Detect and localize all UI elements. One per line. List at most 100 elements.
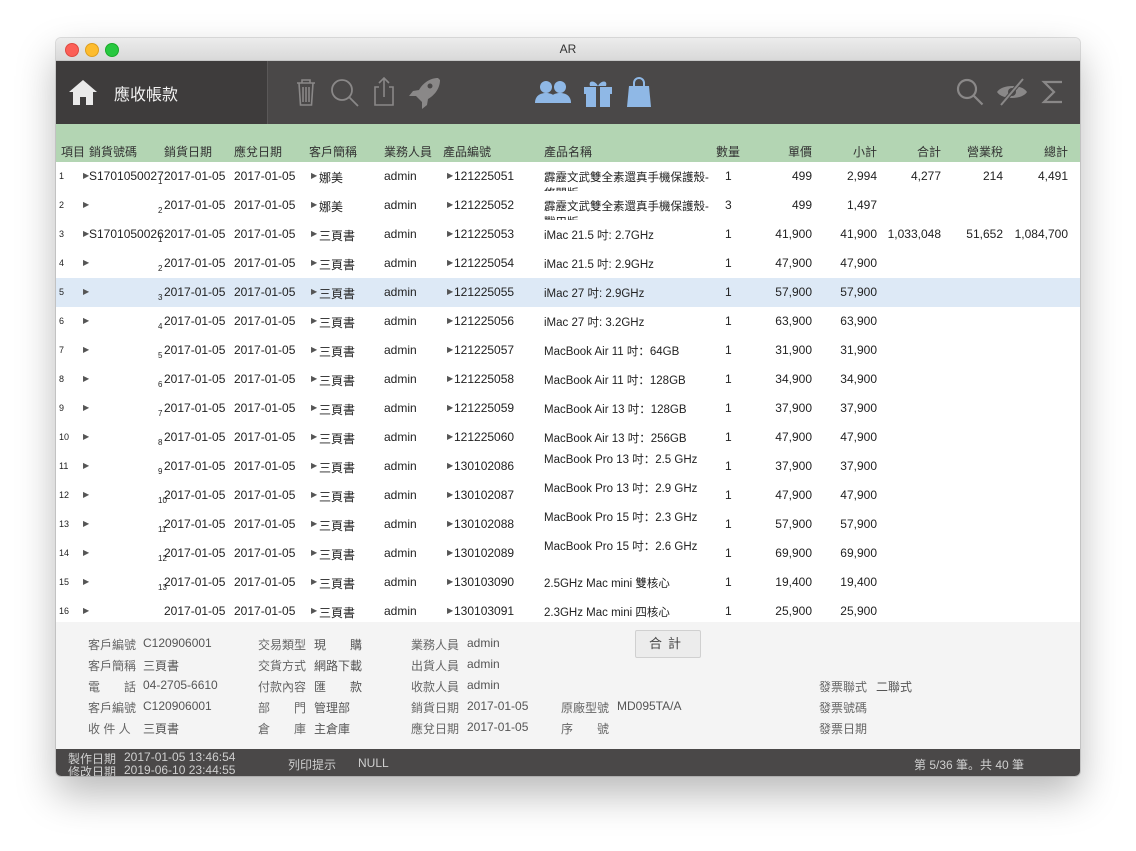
- order-no-link-arrow-icon[interactable]: ▶: [83, 287, 89, 296]
- table-row[interactable]: 11 ▶ 9 2017-01-05 2017-01-05 ▶ 三頁書 admin ▶ 130102…: [56, 452, 1080, 482]
- find-button[interactable]: [953, 75, 987, 109]
- launch-button[interactable]: [407, 75, 441, 109]
- order-no-link-arrow-icon[interactable]: ▶: [83, 345, 89, 354]
- share-icon: [374, 76, 394, 106]
- table-row[interactable]: 3 ▶ S1701050026 1 2017-01-05 2017-01-05 ▶ 三頁書 ad…: [56, 220, 1080, 250]
- table-row[interactable]: 9 ▶ 7 2017-01-05 2017-01-05 ▶ 三頁書 admin ▶ 1212250…: [56, 394, 1080, 424]
- product-code-link-arrow-icon[interactable]: ▶: [447, 519, 453, 528]
- sales-label: 業務人員: [411, 638, 460, 652]
- table-row[interactable]: 5 ▶ 3 2017-01-05 2017-01-05 ▶ 三頁書 admin ▶ 1212250…: [56, 278, 1080, 308]
- product-code-link-arrow-icon[interactable]: ▶: [447, 258, 453, 267]
- customer-link-arrow-icon[interactable]: ▶: [311, 577, 317, 586]
- delete-button[interactable]: [289, 75, 323, 109]
- search-button[interactable]: [327, 75, 361, 109]
- product-code-link-arrow-icon[interactable]: ▶: [447, 171, 453, 180]
- home-button[interactable]: 應收帳款: [56, 61, 268, 124]
- sales-button[interactable]: [622, 75, 656, 109]
- customer-link-arrow-icon[interactable]: ▶: [311, 519, 317, 528]
- product-code-link-arrow-icon[interactable]: ▶: [447, 548, 453, 557]
- close-window-button[interactable]: [65, 43, 79, 57]
- order-no-link-arrow-icon[interactable]: ▶: [83, 606, 89, 615]
- order-no-link-arrow-icon[interactable]: ▶: [83, 432, 89, 441]
- product-code-link-arrow-icon[interactable]: ▶: [447, 577, 453, 586]
- table-row[interactable]: 16 ▶ 2017-01-05 2017-01-05 ▶ 三頁書 admin ▶ 1301030…: [56, 597, 1080, 622]
- customer-link-arrow-icon[interactable]: ▶: [311, 548, 317, 557]
- table-row[interactable]: 4 ▶ 2 2017-01-05 2017-01-05 ▶ 三頁書 admin ▶ 1212250…: [56, 249, 1080, 279]
- zoom-window-button[interactable]: [105, 43, 119, 57]
- col-unit-price[interactable]: 單價: [788, 143, 812, 160]
- order-no-link-arrow-icon[interactable]: ▶: [83, 461, 89, 470]
- product-code-link-arrow-icon[interactable]: ▶: [447, 490, 453, 499]
- customer-link-arrow-icon[interactable]: ▶: [311, 374, 317, 383]
- table-row[interactable]: 1 ▶ S1701050027 1 2017-01-05 2017-01-05 ▶ 娜美 adm…: [56, 162, 1080, 200]
- order-no-link-arrow-icon[interactable]: ▶: [83, 577, 89, 586]
- order-no-link-arrow-icon[interactable]: ▶: [83, 519, 89, 528]
- customer-link-arrow-icon[interactable]: ▶: [311, 345, 317, 354]
- product-code-link-arrow-icon[interactable]: ▶: [447, 606, 453, 615]
- table-row[interactable]: 13 ▶ 11 2017-01-05 2017-01-05 ▶ 三頁書 admin ▶ 13010…: [56, 510, 1080, 540]
- product-code-link-arrow-icon[interactable]: ▶: [447, 461, 453, 470]
- col-tax[interactable]: 營業稅: [967, 143, 1003, 160]
- cell-quantity: 1: [725, 488, 732, 502]
- minimize-window-button[interactable]: [85, 43, 99, 57]
- product-code-link-arrow-icon[interactable]: ▶: [447, 432, 453, 441]
- order-no-link-arrow-icon[interactable]: ▶: [83, 200, 89, 209]
- col-item[interactable]: 項目: [61, 143, 85, 160]
- table-row[interactable]: 6 ▶ 4 2017-01-05 2017-01-05 ▶ 三頁書 admin ▶ 1212250…: [56, 307, 1080, 337]
- products-button[interactable]: [581, 75, 615, 109]
- col-due-date[interactable]: 應兌日期: [234, 143, 282, 160]
- cell-salesperson: admin: [384, 546, 417, 560]
- col-sale-date[interactable]: 銷貨日期: [164, 143, 212, 160]
- col-grand-total[interactable]: 總計: [1044, 143, 1068, 160]
- product-code-link-arrow-icon[interactable]: ▶: [447, 287, 453, 296]
- order-no-link-arrow-icon[interactable]: ▶: [83, 548, 89, 557]
- order-no-link-arrow-icon[interactable]: ▶: [83, 316, 89, 325]
- order-no-link-arrow-icon[interactable]: ▶: [83, 258, 89, 267]
- product-code-link-arrow-icon[interactable]: ▶: [447, 229, 453, 238]
- col-qty[interactable]: 數量: [716, 143, 740, 160]
- col-total[interactable]: 合計: [917, 143, 941, 160]
- order-no-link-arrow-icon[interactable]: ▶: [83, 490, 89, 499]
- table-row[interactable]: 8 ▶ 6 2017-01-05 2017-01-05 ▶ 三頁書 admin ▶ 1212250…: [56, 365, 1080, 395]
- customer-link-arrow-icon[interactable]: ▶: [311, 403, 317, 412]
- cell-row-index: 12: [59, 490, 70, 500]
- serial-label: 序 號: [561, 722, 610, 736]
- export-button[interactable]: [367, 75, 401, 109]
- customer-link-arrow-icon[interactable]: ▶: [311, 229, 317, 238]
- table-row[interactable]: 7 ▶ 5 2017-01-05 2017-01-05 ▶ 三頁書 admin ▶ 1212250…: [56, 336, 1080, 366]
- customer-link-arrow-icon[interactable]: ▶: [311, 200, 317, 209]
- customer-link-arrow-icon[interactable]: ▶: [311, 171, 317, 180]
- col-order-no[interactable]: 銷貨號碼: [89, 143, 137, 160]
- table-row[interactable]: 12 ▶ 10 2017-01-05 2017-01-05 ▶ 三頁書 admin ▶ 13010…: [56, 481, 1080, 511]
- hide-button[interactable]: [995, 75, 1029, 109]
- customer-link-arrow-icon[interactable]: ▶: [311, 258, 317, 267]
- table-row[interactable]: 2 ▶ 2 2017-01-05 2017-01-05 ▶ 娜美 admin ▶ 12122505…: [56, 191, 1080, 229]
- product-code-link-arrow-icon[interactable]: ▶: [447, 374, 453, 383]
- product-code-link-arrow-icon[interactable]: ▶: [447, 403, 453, 412]
- cell-product-name: MacBook Air 11 吋：64GB: [544, 346, 680, 358]
- table-row[interactable]: 15 ▶ 13 2017-01-05 2017-01-05 ▶ 三頁書 admin ▶ 13010…: [56, 568, 1080, 598]
- table-row[interactable]: 14 ▶ 12 2017-01-05 2017-01-05 ▶ 三頁書 admin ▶ 13010…: [56, 539, 1080, 569]
- product-code-link-arrow-icon[interactable]: ▶: [447, 200, 453, 209]
- customer-link-arrow-icon[interactable]: ▶: [311, 461, 317, 470]
- col-subtotal[interactable]: 小計: [853, 143, 877, 160]
- customer-link-arrow-icon[interactable]: ▶: [311, 316, 317, 325]
- col-customer[interactable]: 客戶簡稱: [309, 143, 357, 160]
- table-row[interactable]: 10 ▶ 8 2017-01-05 2017-01-05 ▶ 三頁書 admin ▶ 121225…: [56, 423, 1080, 453]
- product-code-link-arrow-icon[interactable]: ▶: [447, 345, 453, 354]
- customer-link-arrow-icon[interactable]: ▶: [311, 606, 317, 615]
- sum-button[interactable]: [1036, 75, 1070, 109]
- customer-link-arrow-icon[interactable]: ▶: [311, 490, 317, 499]
- col-product-code[interactable]: 產品編號: [443, 143, 491, 160]
- customers-button[interactable]: [534, 75, 572, 109]
- col-product-name[interactable]: 產品名稱: [544, 143, 592, 160]
- customer-link-arrow-icon[interactable]: ▶: [311, 432, 317, 441]
- product-code-link-arrow-icon[interactable]: ▶: [447, 316, 453, 325]
- cell-sale-date: 2017-01-05: [164, 314, 226, 328]
- cell-salesperson: admin: [384, 488, 417, 502]
- order-no-link-arrow-icon[interactable]: ▶: [83, 403, 89, 412]
- total-button[interactable]: 合計: [635, 630, 701, 658]
- col-salesperson[interactable]: 業務人員: [384, 143, 432, 160]
- order-no-link-arrow-icon[interactable]: ▶: [83, 374, 89, 383]
- customer-link-arrow-icon[interactable]: ▶: [311, 287, 317, 296]
